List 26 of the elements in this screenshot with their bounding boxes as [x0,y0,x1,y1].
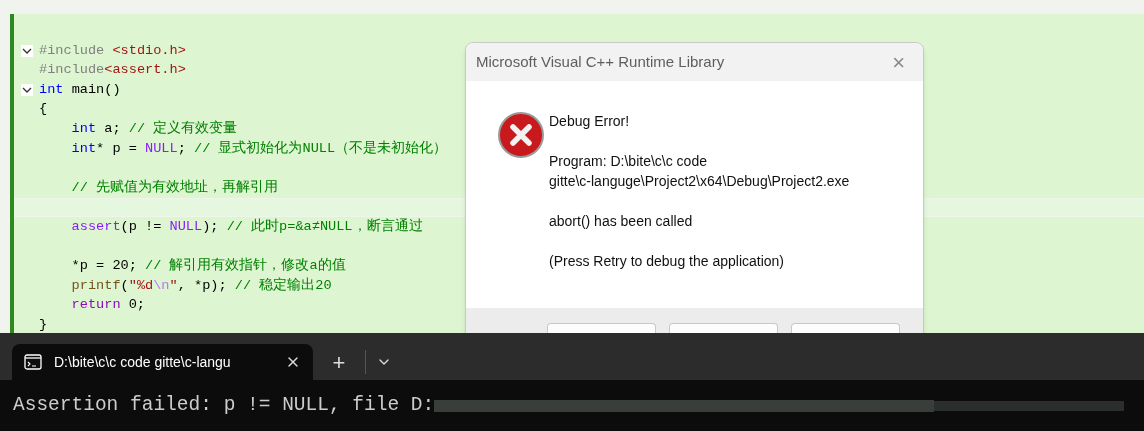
code-line: int* p = NULL; // 显式初始化为NULL（不是未初始化） [71,139,448,158]
fold-chevron-icon[interactable] [20,84,33,96]
terminal-tab[interactable]: D:\bite\c\c code gitte\c-langu [12,344,313,380]
code-line: int a; // 定义有效变量 [71,119,238,138]
hint-text: (Press Retry to debug the application) [549,252,785,271]
error-icon [497,111,545,159]
fold-chevron-icon[interactable] [20,44,33,57]
program-path: Program: D:\bite\c\c code [549,152,708,171]
terminal-icon [24,354,42,370]
program-path: gitte\c-languge\Project2\x64\Debug\Project2.exe [549,172,850,191]
code-line: #include <stdio.h> [39,41,186,60]
code-line: *p = 20; // 解引用有效指针，修改a的值 [71,256,346,276]
code-line: // 先赋值为有效地址，再解引用 [71,178,279,197]
code-line: { [39,100,48,119]
code-line: assert(p != NULL); // 此时p=&a≠NULL，断言通过 [71,217,423,236]
code-line: int main() [39,80,121,99]
dialog-title: Microsoft Visual C++ Runtime Library [476,51,725,72]
error-heading: Debug Error! [549,112,631,131]
code-line: #include<assert.h> [39,61,186,80]
tab-title: D:\bite\c\c code gitte\c-langu [54,352,232,372]
error-message: abort() has been called [549,212,694,231]
code-line: printf("%d\n", *p); // 稳定输出20 [71,276,332,295]
terminal-output: Assertion failed: p != NULL, file D: [13,392,435,418]
new-tab-button[interactable]: + [313,345,365,379]
code-line: return 0; [71,296,146,315]
code-line: } [39,315,48,333]
